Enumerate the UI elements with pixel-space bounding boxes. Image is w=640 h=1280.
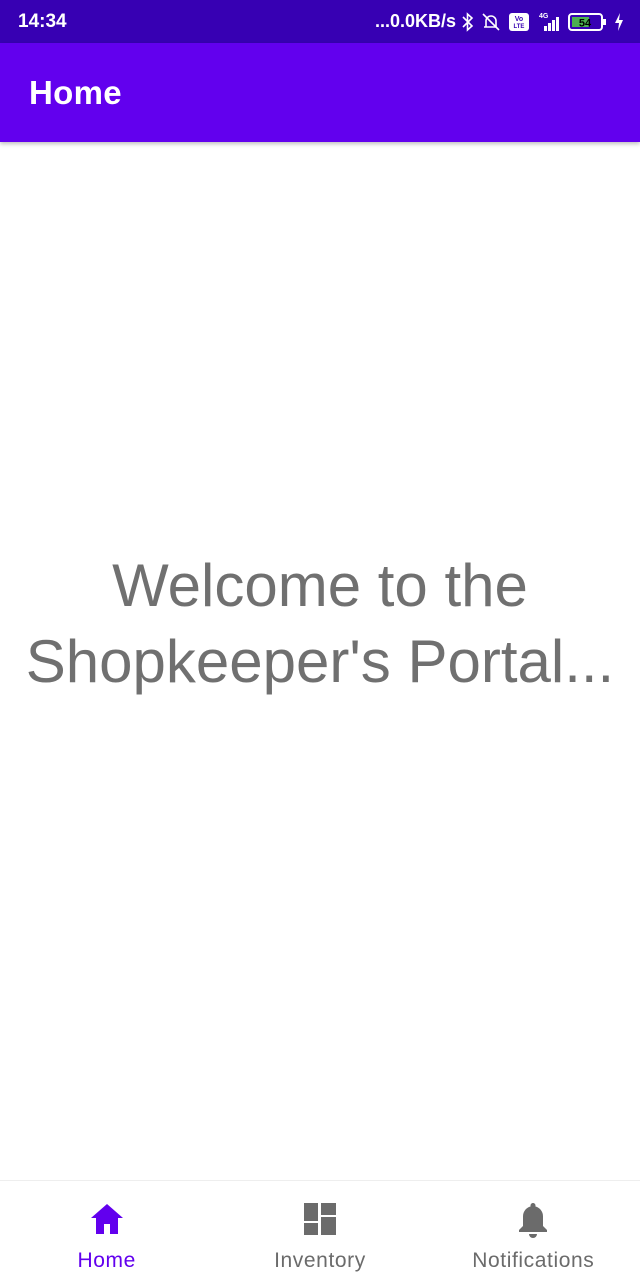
nav-item-inventory[interactable]: Inventory xyxy=(213,1181,426,1280)
home-icon xyxy=(87,1199,127,1239)
status-bar: 14:34 ...0.0KB/s Vo LTE 4G 54 xyxy=(0,0,640,43)
nav-item-home[interactable]: Home xyxy=(0,1181,213,1280)
page-title: Home xyxy=(29,73,122,111)
charging-icon xyxy=(614,12,624,32)
battery-level: 54 xyxy=(579,17,592,29)
battery-icon: 54 xyxy=(568,11,608,33)
status-icons: ...0.0KB/s Vo LTE 4G 54 xyxy=(375,11,624,33)
nav-label-inventory: Inventory xyxy=(274,1249,366,1272)
app-bar: Home xyxy=(0,43,640,142)
nav-label-notifications: Notifications xyxy=(472,1249,595,1272)
network-type-label: 4G xyxy=(539,13,549,20)
volte-icon: Vo LTE xyxy=(508,12,530,32)
dashboard-icon xyxy=(300,1199,340,1239)
volte-text-vo: Vo xyxy=(515,16,523,23)
volte-text-lte: LTE xyxy=(514,24,525,30)
status-time: 14:34 xyxy=(18,10,67,32)
nav-item-notifications[interactable]: Notifications xyxy=(427,1181,640,1280)
signal-icon: 4G xyxy=(536,11,562,33)
bottom-navigation: Home Inventory Notifications xyxy=(0,1180,640,1280)
main-content: Welcome to the Shopkeeper's Portal... xyxy=(0,142,640,1180)
bell-icon xyxy=(513,1199,553,1239)
network-speed: ...0.0KB/s xyxy=(374,11,456,31)
mute-icon xyxy=(480,12,502,32)
bluetooth-icon xyxy=(462,11,474,32)
welcome-message: Welcome to the Shopkeeper's Portal... xyxy=(25,552,615,695)
nav-label-home: Home xyxy=(77,1249,136,1272)
